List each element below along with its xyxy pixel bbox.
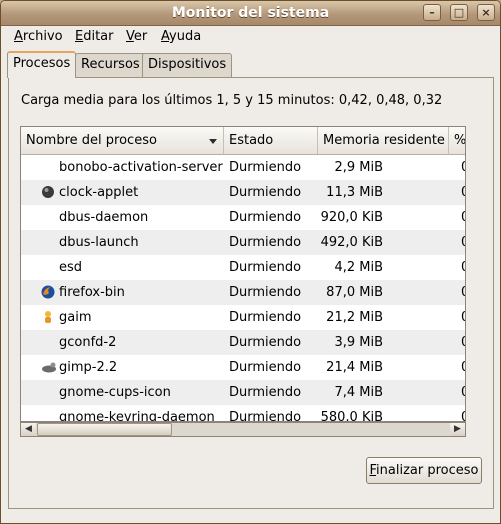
end-process-button[interactable]: Finalizar proceso	[366, 457, 482, 484]
process-state: Durmiendo	[229, 210, 302, 225]
process-name: bonobo-activation-server	[59, 160, 223, 175]
process-cpu: 0	[461, 405, 465, 421]
process-name: gnome-cups-icon	[59, 385, 171, 400]
process-memory: 87,0 MiB	[326, 285, 383, 300]
process-name: firefox-bin	[59, 285, 125, 300]
table-row[interactable]: dbus-daemon Durmiendo 920,0 KiB 0	[21, 205, 465, 230]
process-memory: 3,9 MiB	[334, 335, 383, 350]
process-state: Durmiendo	[229, 185, 302, 200]
process-cpu: 0	[461, 255, 465, 280]
process-memory: 11,3 MiB	[326, 185, 383, 200]
process-memory: 7,4 MiB	[334, 385, 383, 400]
process-name: gconfd-2	[59, 335, 117, 350]
process-state: Durmiendo	[229, 385, 302, 400]
process-state: Durmiendo	[229, 410, 302, 422]
process-name: dbus-daemon	[59, 210, 149, 225]
process-memory: 920,0 KiB	[320, 210, 383, 225]
column-header-cpu[interactable]: %	[449, 127, 465, 154]
process-memory: 580,0 KiB	[320, 410, 383, 422]
process-memory: 21,2 MiB	[326, 310, 383, 325]
process-cpu: 0	[461, 205, 465, 230]
table-body: bonobo-activation-server Durmiendo 2,9 MiB…	[21, 155, 465, 422]
menu-bar: Archivo Editar Ver Ayuda	[1, 26, 500, 50]
menu-ayuda[interactable]: Ayuda	[161, 29, 201, 44]
gimp-icon	[41, 360, 56, 374]
table-row[interactable]: clock-applet Durmiendo 11,3 MiB 0	[21, 180, 465, 205]
menu-editar[interactable]: Editar	[75, 29, 114, 44]
scroll-left-arrow-icon[interactable]: ◀	[21, 423, 36, 436]
process-memory: 4,2 MiB	[334, 260, 383, 275]
horizontal-scrollbar[interactable]: ◀ ▶	[20, 422, 466, 437]
column-header-state[interactable]: Estado	[224, 127, 318, 154]
process-name: gimp-2.2	[59, 360, 118, 375]
process-state: Durmiendo	[229, 285, 302, 300]
table-row[interactable]: gnome-keyring-daemon Durmiendo 580,0 KiB 0	[21, 405, 465, 422]
process-cpu: 0	[461, 180, 465, 205]
title-bar[interactable]: Monitor del sistema – □ ×	[1, 1, 500, 26]
process-name: clock-applet	[59, 185, 139, 200]
tab-procesos[interactable]: Procesos	[7, 51, 77, 78]
table-header: Nombre del proceso Estado Memoria reside…	[21, 127, 465, 155]
close-button[interactable]: ×	[477, 4, 495, 21]
process-table[interactable]: Nombre del proceso Estado Memoria reside…	[20, 126, 466, 422]
scroll-right-arrow-icon[interactable]: ▶	[450, 423, 465, 436]
system-monitor-window: Monitor del sistema – □ × Archivo Editar…	[0, 0, 501, 524]
process-cpu: 0	[461, 330, 465, 355]
process-memory: 21,4 MiB	[326, 360, 383, 375]
process-cpu: 0	[461, 230, 465, 255]
process-name: esd	[59, 260, 83, 275]
table-row[interactable]: esd Durmiendo 4,2 MiB 0	[21, 255, 465, 280]
process-cpu: 0	[461, 380, 465, 405]
tab-recursos[interactable]: Recursos	[75, 53, 146, 77]
table-row[interactable]: dbus-launch Durmiendo 492,0 KiB 0	[21, 230, 465, 255]
sort-descending-icon	[209, 139, 217, 144]
process-name: gaim	[59, 310, 92, 325]
process-state: Durmiendo	[229, 360, 302, 375]
process-name: gnome-keyring-daemon	[59, 410, 215, 422]
process-memory: 2,9 MiB	[334, 160, 383, 175]
minimize-button[interactable]: –	[423, 4, 441, 21]
process-cpu: 0	[461, 305, 465, 330]
table-row[interactable]: gimp-2.2 Durmiendo 21,4 MiB 0	[21, 355, 465, 380]
process-memory: 492,0 KiB	[320, 235, 383, 250]
process-state: Durmiendo	[229, 310, 302, 325]
table-row[interactable]: firefox-bin Durmiendo 87,0 MiB 0	[21, 280, 465, 305]
horizontal-scroll-thumb[interactable]	[37, 423, 172, 436]
table-row[interactable]: bonobo-activation-server Durmiendo 2,9 MiB…	[21, 155, 465, 180]
process-name: dbus-launch	[59, 235, 139, 250]
process-cpu: 0	[461, 355, 465, 380]
table-row[interactable]: gconfd-2 Durmiendo 3,9 MiB 0	[21, 330, 465, 355]
process-cpu: 0	[461, 155, 465, 180]
process-cpu: 0	[461, 280, 465, 305]
process-state: Durmiendo	[229, 335, 302, 350]
process-state: Durmiendo	[229, 160, 302, 175]
table-row[interactable]: gnome-cups-icon Durmiendo 7,4 MiB 0	[21, 380, 465, 405]
process-state: Durmiendo	[229, 235, 302, 250]
maximize-button[interactable]: □	[450, 4, 468, 21]
column-header-name[interactable]: Nombre del proceso	[21, 127, 224, 154]
table-row[interactable]: gaim Durmiendo 21,2 MiB 0	[21, 305, 465, 330]
load-average-label: Carga media para los últimos 1, 5 y 15 m…	[21, 93, 443, 108]
firefox-icon	[41, 285, 55, 299]
tab-dispositivos[interactable]: Dispositivos	[142, 53, 233, 77]
gaim-icon	[41, 310, 55, 324]
process-state: Durmiendo	[229, 260, 302, 275]
menu-archivo[interactable]: Archivo	[14, 29, 63, 44]
menu-ver[interactable]: Ver	[126, 29, 147, 44]
clock-applet-icon	[41, 185, 55, 199]
column-header-memory[interactable]: Memoria residente	[318, 127, 449, 154]
